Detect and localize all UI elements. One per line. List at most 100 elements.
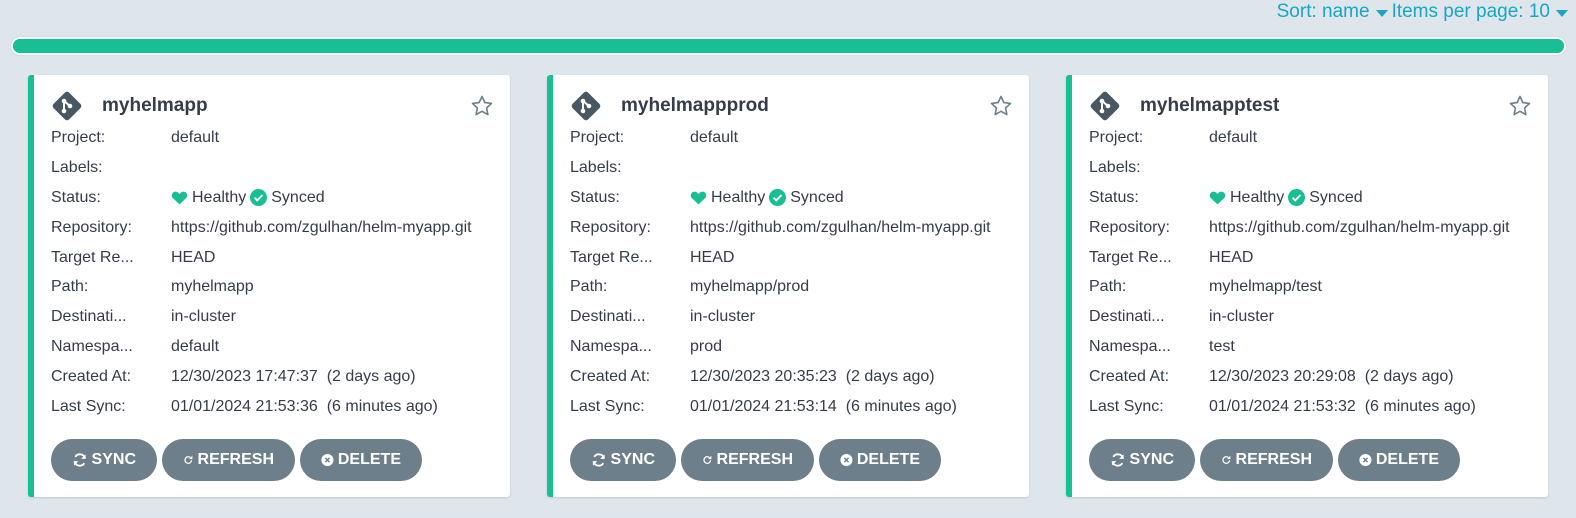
path-label: Path: [1089,278,1127,296]
sync-button-label: SYNC [610,451,655,468]
delete-button[interactable]: DELETE [819,439,941,481]
application-tiles: myhelmapp Project: default Labels: Status… [28,75,1548,497]
labels-label: Labels: [570,158,622,176]
last-sync-row: Last Sync: 01/01/2024 21:53:32 (6 minutes… [1089,392,1548,422]
sync-button[interactable]: SYNC [1089,439,1195,481]
sync-status: Synced [1309,188,1363,206]
heart-icon [171,191,188,205]
refresh-button-label: REFRESH [197,451,274,468]
project-value: default [690,128,739,146]
target-revision-row: Target Re... HEAD [1089,243,1548,273]
target-revision-row: Target Re... HEAD [51,243,510,273]
destination-value: in-cluster [171,308,236,326]
last-sync-value: 01/01/2024 21:53:36 (6 minutes ago) [171,397,438,415]
times-circle-icon [321,453,334,467]
repository-label: Repository: [570,218,651,236]
sync-status-bar [11,37,1566,55]
repository-value: https://github.com/zgulhan/helm-myapp.gi… [1209,218,1510,236]
destination-label: Destinati... [570,308,646,326]
destination-row: Destinati... in-cluster [570,302,1029,332]
delete-button-label: DELETE [1375,451,1439,468]
created-at-value: 12/30/2023 20:35:23 (2 days ago) [690,368,935,386]
application-name[interactable]: myhelmapptest [1140,95,1279,117]
labels-label: Labels: [1089,158,1141,176]
check-circle-icon [769,189,787,207]
delete-button[interactable]: DELETE [300,439,422,481]
star-icon[interactable] [470,94,494,118]
namespace-row: Namespa... default [51,332,510,362]
health-status: Healthy [1230,188,1285,206]
list-toolbar: Sort: name Items per page: 10 [1277,0,1568,24]
target-revision-value: HEAD [690,248,735,266]
path-value: myhelmapp/test [1209,278,1322,296]
sync-button[interactable]: SYNC [570,439,676,481]
repository-row: Repository: https://github.com/zgulhan/he… [570,213,1029,243]
sync-button[interactable]: SYNC [51,439,157,481]
last-sync-value: 01/01/2024 21:53:32 (6 minutes ago) [1209,397,1476,415]
star-icon[interactable] [1508,94,1532,118]
health-status: Healthy [192,188,247,206]
created-at-value: 12/30/2023 17:47:37 (2 days ago) [171,368,416,386]
target-revision-value: HEAD [1209,248,1254,266]
git-icon [571,91,601,121]
path-label: Path: [51,278,89,296]
repository-row: Repository: https://github.com/zgulhan/he… [51,213,510,243]
application-card[interactable]: myhelmapptest Project: default Labels: St… [1066,75,1548,497]
project-row: Project: default [1089,123,1548,153]
heart-icon [690,191,707,205]
status-row: Status: Healthy Synced [1089,183,1548,213]
check-circle-icon [250,189,268,207]
application-card[interactable]: myhelmappprod Project: default Labels: St… [547,75,1029,497]
project-row: Project: default [570,123,1029,153]
destination-label: Destinati... [51,308,127,326]
path-row: Path: myhelmapp/prod [570,272,1029,302]
refresh-button[interactable]: REFRESH [681,439,814,481]
sync-button-label: SYNC [91,451,136,468]
items-per-page-dropdown[interactable]: Items per page: 10 [1392,1,1568,23]
sync-status: Synced [790,188,844,206]
delete-button[interactable]: DELETE [1338,439,1460,481]
created-at-label: Created At: [570,368,651,386]
last-sync-value: 01/01/2024 21:53:14 (6 minutes ago) [690,397,957,415]
project-value: default [1209,128,1258,146]
refresh-button-label: REFRESH [716,451,793,468]
times-circle-icon [1359,453,1372,467]
application-name[interactable]: myhelmappprod [621,95,769,117]
refresh-icon [1222,455,1231,464]
heart-icon [1209,191,1226,205]
sync-icon [73,453,86,467]
status-label: Status: [51,188,101,206]
refresh-button[interactable]: REFRESH [162,439,295,481]
status-row: Status: Healthy Synced [570,183,1029,213]
sync-status-bar-fill [13,39,1564,53]
refresh-icon [184,455,193,464]
created-at-value: 12/30/2023 20:29:08 (2 days ago) [1209,368,1454,386]
namespace-value: prod [690,338,723,356]
labels-row: Labels: [1089,153,1548,183]
sync-icon [592,453,605,467]
labels-row: Labels: [570,153,1029,183]
namespace-label: Namespa... [1089,338,1171,356]
namespace-row: Namespa... prod [570,332,1029,362]
last-sync-label: Last Sync: [51,397,126,415]
repository-value: https://github.com/zgulhan/helm-myapp.gi… [171,218,472,236]
last-sync-row: Last Sync: 01/01/2024 21:53:36 (6 minutes… [51,392,510,422]
sort-dropdown[interactable]: Sort: name [1277,1,1388,23]
application-name[interactable]: myhelmapp [102,95,208,117]
sync-icon [1111,453,1124,467]
destination-value: in-cluster [1209,308,1274,326]
project-label: Project: [51,128,106,146]
repository-value: https://github.com/zgulhan/helm-myapp.gi… [690,218,991,236]
repository-label: Repository: [1089,218,1170,236]
sync-status: Synced [271,188,325,206]
destination-row: Destinati... in-cluster [51,302,510,332]
refresh-button[interactable]: REFRESH [1200,439,1333,481]
target-revision-row: Target Re... HEAD [570,243,1029,273]
path-row: Path: myhelmapp [51,272,510,302]
target-revision-value: HEAD [171,248,216,266]
labels-label: Labels: [51,158,103,176]
star-icon[interactable] [989,94,1013,118]
application-card[interactable]: myhelmapp Project: default Labels: Status… [28,75,510,497]
project-value: default [171,128,220,146]
items-per-page-label: Items per page: 10 [1391,1,1550,22]
